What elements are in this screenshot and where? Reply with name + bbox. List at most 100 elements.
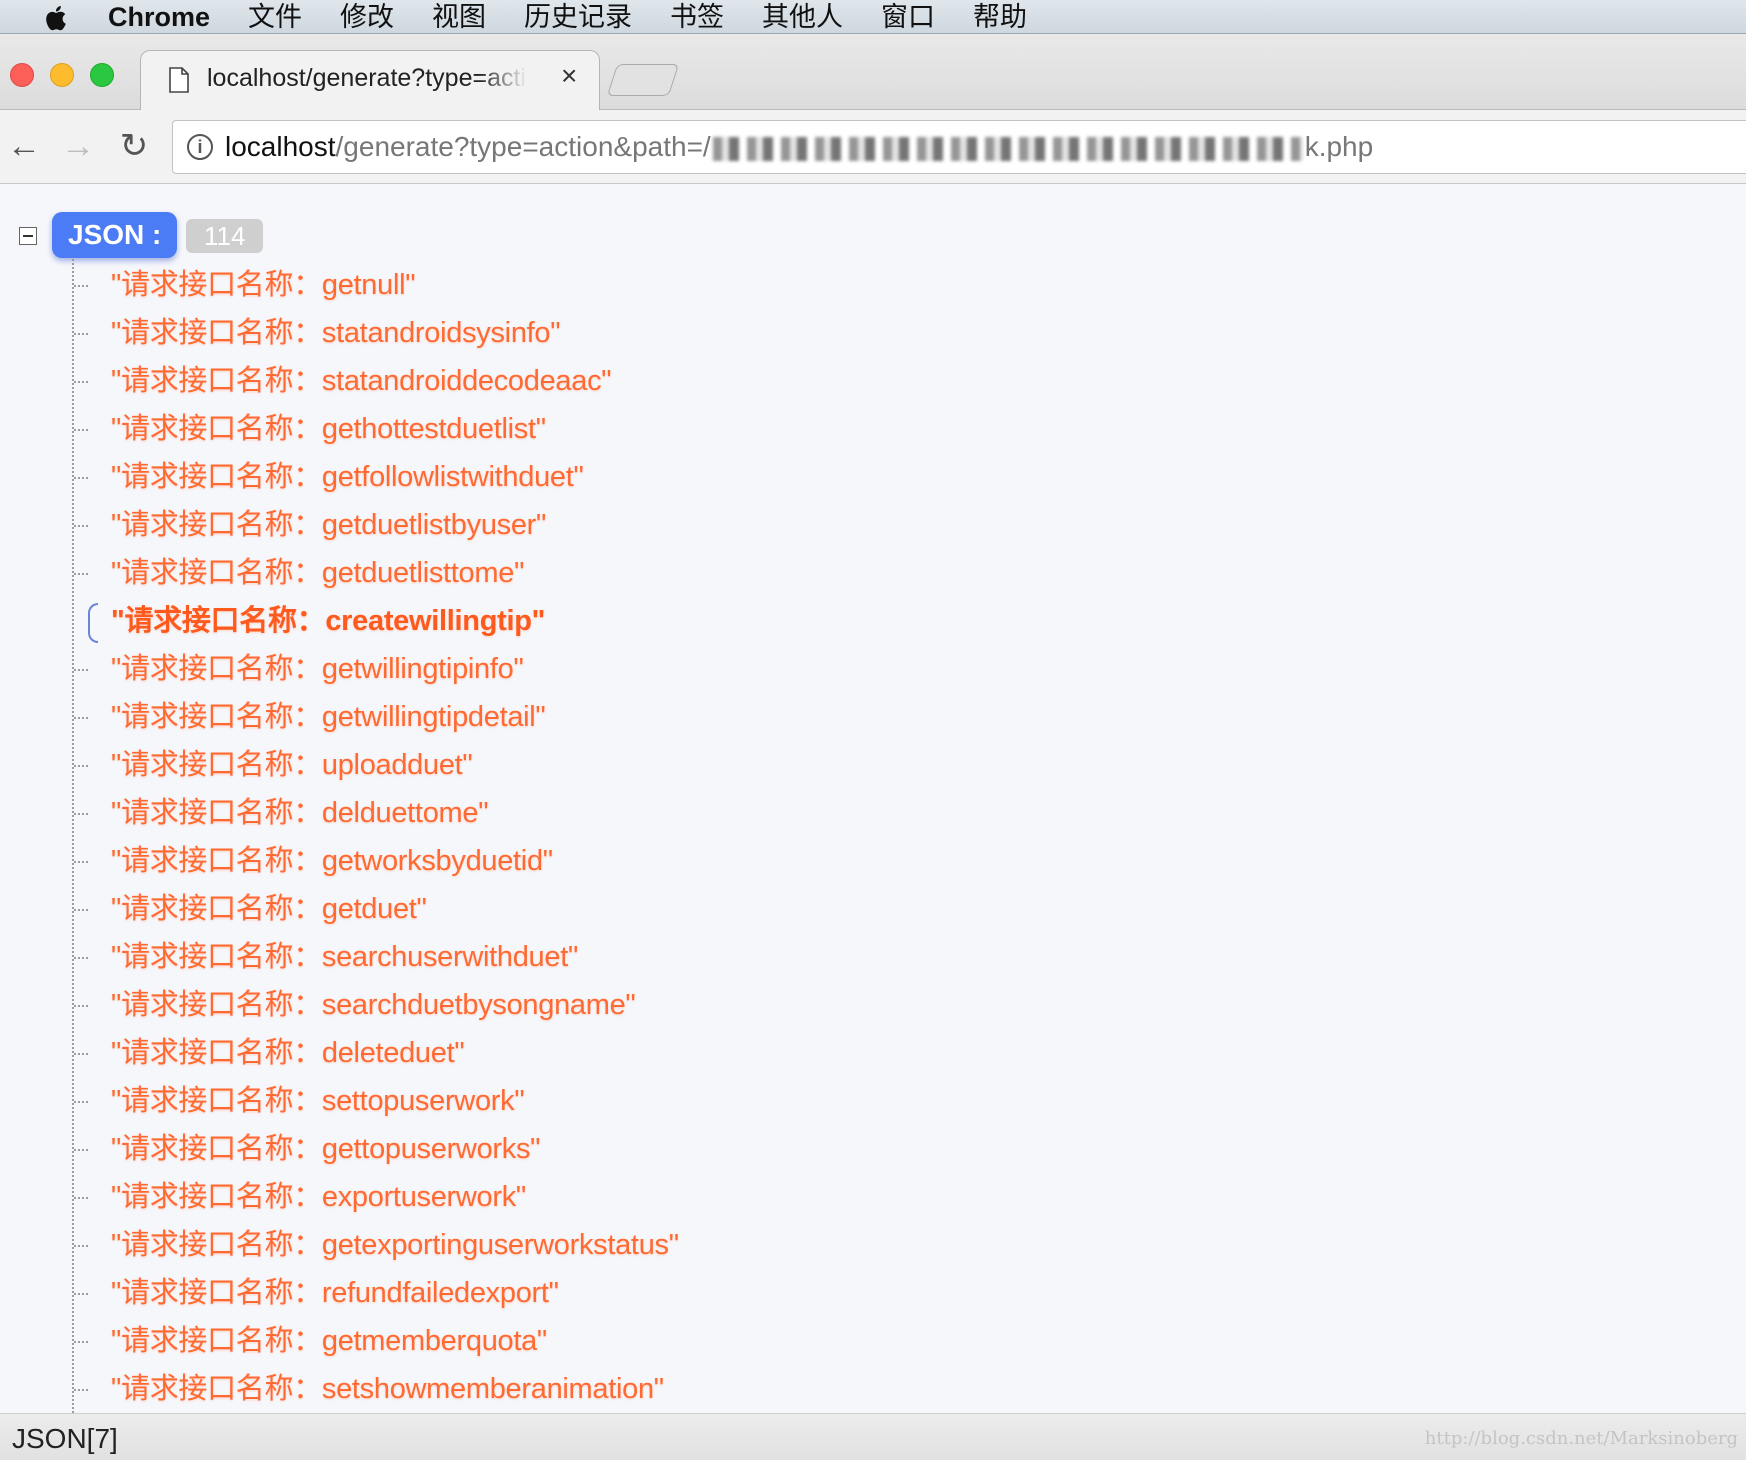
browser-toolbar: ← → ↻ i localhost/generate?type=action&p… [0,110,1746,184]
window-zoom-button[interactable] [90,63,114,87]
json-string-value[interactable]: "请求接口名称：uploadduet" [111,747,473,783]
tree-connector [74,1389,88,1391]
tree-connector [74,669,88,671]
tree-connector [74,429,88,431]
json-list-item[interactable]: "请求接口名称：statandroiddecodeaac" [0,357,1746,405]
json-string-value[interactable]: "请求接口名称：getmemberquota" [111,1323,547,1359]
menu-help[interactable]: 帮助 [973,0,1027,34]
json-list-item[interactable]: "请求接口名称：exportuserwork" [0,1173,1746,1221]
tree-connector [74,1341,88,1343]
menu-people[interactable]: 其他人 [762,0,843,34]
json-count-badge: 114 [186,219,264,253]
json-list-item[interactable]: "请求接口名称：getduet" [0,885,1746,933]
url-text[interactable]: localhost/generate?type=action&path=/ k.p… [225,129,1373,165]
tree-connector [74,573,88,575]
tree-connector [74,765,88,767]
selection-bracket [88,603,98,643]
tab-active[interactable]: localhost/generate?type=action × [140,50,600,111]
json-list-item[interactable]: "请求接口名称：getnull" [0,261,1746,309]
json-list-item[interactable]: "请求接口名称：uploadduet" [0,741,1746,789]
tree-connector [74,1149,88,1151]
tree-connector [74,381,88,383]
json-list-item[interactable]: "请求接口名称：getwillingtipinfo" [0,645,1746,693]
json-string-value[interactable]: "请求接口名称：statandroidsysinfo" [111,315,561,351]
json-string-value[interactable]: "请求接口名称：settopuserwork" [111,1083,525,1119]
json-list-item[interactable]: "请求接口名称：deleteduet" [0,1029,1746,1077]
reload-icon[interactable]: ↻ [116,128,152,164]
json-string-value[interactable]: "请求接口名称：statandroiddecodeaac" [111,363,612,399]
json-list-item[interactable]: "请求接口名称：getduetlistbyuser" [0,501,1746,549]
json-string-value[interactable]: "请求接口名称：getduetlistbyuser" [111,507,546,543]
json-list-item[interactable]: "请求接口名称：delduettome" [0,789,1746,837]
window-close-button[interactable] [10,63,34,87]
apple-logo-icon[interactable] [40,4,70,30]
json-list-item[interactable]: "请求接口名称：settopuserwork" [0,1077,1746,1125]
json-string-value[interactable]: "请求接口名称：getworksbyduetid" [111,843,553,879]
json-list-item[interactable]: "请求接口名称：getduetlisttome" [0,549,1746,597]
json-string-value[interactable]: "请求接口名称：getfollowlistwithduet" [111,459,584,495]
json-list-item[interactable]: "请求接口名称：gethottestduetlist" [0,405,1746,453]
back-arrow-icon[interactable]: ← [6,128,42,164]
json-string-value[interactable]: "请求接口名称：getduet" [111,891,427,927]
document-icon [169,67,189,93]
json-string-value[interactable]: "请求接口名称：gettopuserworks" [111,1131,540,1167]
json-list-item[interactable]: "请求接口名称：searchuserwithduet" [0,933,1746,981]
json-string-value[interactable]: "请求接口名称：getduetlisttome" [111,555,524,591]
json-string-value[interactable]: "请求接口名称：getexportinguserworkstatus" [111,1227,679,1263]
menu-edit[interactable]: 修改 [340,0,394,34]
json-string-value[interactable]: "请求接口名称：setshowmemberanimation" [111,1371,664,1407]
tab-strip: localhost/generate?type=action × [0,34,1746,111]
json-list-item[interactable]: "请求接口名称：statandroidsysinfo" [0,309,1746,357]
json-root-badge[interactable]: JSON : [52,212,178,258]
menu-app-chrome[interactable]: Chrome [108,0,210,34]
json-string-value[interactable]: "请求接口名称：getnull" [111,267,416,303]
json-string-value[interactable]: "请求接口名称：searchduetbysongname" [111,987,636,1023]
json-string-value[interactable]: "请求接口名称：searchuserwithduet" [111,939,578,975]
json-list-item[interactable]: "请求接口名称：refundfailedexport" [0,1269,1746,1317]
json-string-value[interactable]: "请求接口名称：refundfailedexport" [111,1275,559,1311]
json-string-value[interactable]: "请求接口名称：getwillingtipdetail" [111,699,546,735]
json-list-item[interactable]: "请求接口名称：createwillingtip" [0,597,1746,645]
tab-close-icon[interactable]: × [561,60,577,91]
json-list-item[interactable]: "请求接口名称：getexportinguserworkstatus" [0,1221,1746,1269]
tree-connector [74,813,88,815]
menu-bookmarks[interactable]: 书签 [670,0,724,34]
info-icon[interactable]: i [187,134,213,160]
forward-arrow-icon[interactable]: → [60,128,96,164]
menu-file[interactable]: 文件 [248,0,302,34]
json-list-item[interactable]: "请求接口名称：getworksbyduetid" [0,837,1746,885]
json-list-item[interactable]: "请求接口名称：getmemberquota" [0,1317,1746,1365]
tree-connector [74,1101,88,1103]
tab-title: localhost/generate?type=action [207,64,527,92]
menu-history[interactable]: 历史记录 [524,0,632,34]
tree-connector [74,957,88,959]
menu-view[interactable]: 视图 [432,0,486,34]
json-string-value[interactable]: "请求接口名称：exportuserwork" [111,1179,526,1215]
tree-connector [74,1053,88,1055]
json-list-item[interactable]: "请求接口名称：getfollowlistwithduet" [0,453,1746,501]
menu-window[interactable]: 窗口 [881,0,935,34]
redacted-path [712,136,1303,161]
tree-connector [74,1293,88,1295]
json-list-item[interactable]: "请求接口名称：searchduetbysongname" [0,981,1746,1029]
address-bar[interactable]: i localhost/generate?type=action&path=/ k… [172,120,1746,174]
json-string-value[interactable]: "请求接口名称：delduettome" [111,795,489,831]
new-tab-button[interactable] [606,64,680,96]
tree-connector [74,525,88,527]
watermark-text: http://blog.csdn.net/Marksinoberg [1424,1428,1738,1449]
json-list-item[interactable]: "请求接口名称：gettopuserworks" [0,1125,1746,1173]
json-path-status: JSON[7] [12,1423,118,1454]
json-string-value[interactable]: "请求接口名称：gethottestduetlist" [111,411,546,447]
json-string-value[interactable]: "请求接口名称：getwillingtipinfo" [111,651,524,687]
json-list-item[interactable]: "请求接口名称：getwillingtipdetail" [0,693,1746,741]
collapse-toggle-icon[interactable] [19,227,37,245]
tree-connector [74,909,88,911]
tree-connector [74,477,88,479]
json-string-value[interactable]: "请求接口名称：createwillingtip" [111,603,545,639]
url-tail: k.php [1304,131,1374,162]
mac-menubar: Chrome 文件 修改 视图 历史记录 书签 其他人 窗口 帮助 [0,0,1746,34]
url-path: /generate?type=action&path=/ [335,131,711,162]
json-list-item[interactable]: "请求接口名称：setshowmemberanimation" [0,1365,1746,1413]
json-string-value[interactable]: "请求接口名称：deleteduet" [111,1035,465,1071]
window-minimize-button[interactable] [50,63,74,87]
